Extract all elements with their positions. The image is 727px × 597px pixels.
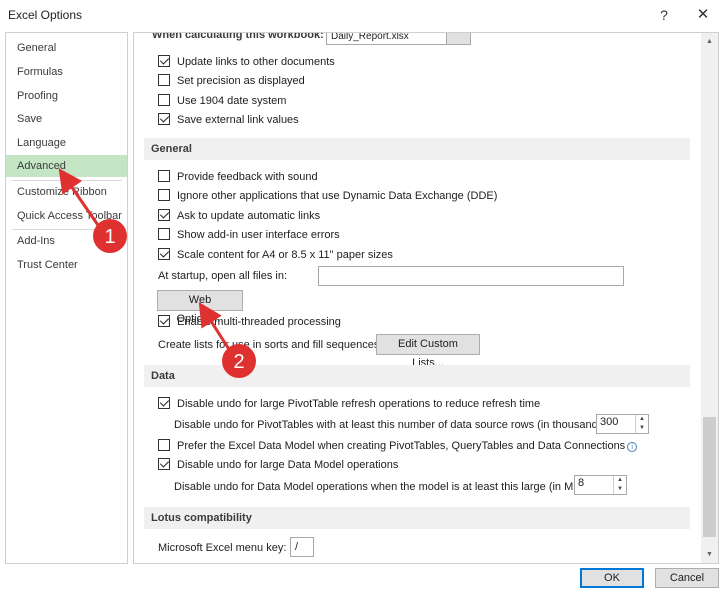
sidebar-item-advanced[interactable]: Advanced <box>6 155 127 177</box>
option-label: Provide feedback with sound <box>177 171 318 183</box>
scrollbar-thumb[interactable] <box>703 417 716 537</box>
section-header-general: General <box>144 138 690 160</box>
ok-button[interactable]: OK <box>580 568 644 588</box>
spin-down-icon[interactable]: ▼ <box>614 485 626 494</box>
prefer-data-model-checkbox[interactable] <box>158 439 170 451</box>
pivot-rows-spinner[interactable]: 300 ▲ ▼ <box>596 414 649 434</box>
sidebar-item-proofing[interactable]: Proofing <box>6 85 127 107</box>
startup-folder-input[interactable] <box>318 266 624 286</box>
option-label: Disable undo for large PivotTable refres… <box>177 398 541 410</box>
option-multithreaded[interactable]: Enable multi-threaded processing <box>158 314 341 332</box>
model-size-spinner[interactable]: 8 ▲ ▼ <box>574 475 627 495</box>
option-label: Disable undo for large Data Model operat… <box>177 459 399 471</box>
option-label: Scale content for A4 or 8.5 x 11" paper … <box>177 249 393 261</box>
option-label: Set precision as displayed <box>177 75 305 87</box>
startup-folder-label: At startup, open all files in: <box>158 270 288 282</box>
scroll-up-icon[interactable]: ▲ <box>701 33 718 50</box>
option-label: Ignore other applications that use Dynam… <box>177 190 498 202</box>
spin-up-icon[interactable]: ▲ <box>614 476 626 485</box>
web-options-button[interactable]: Web Options... <box>157 290 243 325</box>
pivot-rows-label: Disable undo for PivotTables with at lea… <box>174 419 610 431</box>
option-ignore-dde[interactable]: Ignore other applications that use Dynam… <box>158 188 497 206</box>
scroll-down-icon[interactable]: ▼ <box>701 546 718 563</box>
scale-content-checkbox[interactable] <box>158 248 170 260</box>
option-label: Update links to other documents <box>177 56 335 68</box>
workbook-selector-value: Daily_Report.xlsx <box>331 32 409 42</box>
use-1904-checkbox[interactable] <box>158 94 170 106</box>
option-label: Ask to update automatic links <box>177 210 321 222</box>
menu-key-input[interactable]: / <box>290 537 314 557</box>
spinner-arrows: ▲ ▼ <box>635 415 648 433</box>
option-ask-update-links[interactable]: Ask to update automatic links <box>158 208 320 226</box>
feedback-sound-checkbox[interactable] <box>158 170 170 182</box>
close-icon[interactable]: ✕ <box>690 4 716 26</box>
sidebar-item-customize-ribbon[interactable]: Customize Ribbon <box>6 181 127 203</box>
sidebar-item-formulas[interactable]: Formulas <box>6 61 127 83</box>
option-label: Enable multi-threaded processing <box>177 316 341 328</box>
window-title: Excel Options <box>8 8 83 22</box>
cancel-button[interactable]: Cancel <box>655 568 719 588</box>
option-set-precision[interactable]: Set precision as displayed <box>158 73 305 91</box>
help-button[interactable]: ? <box>651 4 677 26</box>
chevron-down-icon[interactable] <box>446 33 470 44</box>
option-disable-undo-pivot[interactable]: Disable undo for large PivotTable refres… <box>158 396 540 414</box>
workbook-section-label: When calculating this workbook: <box>152 32 324 41</box>
option-label: Prefer the Excel Data Model when creatin… <box>177 440 626 452</box>
ignore-dde-checkbox[interactable] <box>158 189 170 201</box>
option-prefer-data-model[interactable]: Prefer the Excel Data Model when creatin… <box>158 438 638 456</box>
option-update-links[interactable]: Update links to other documents <box>158 54 335 72</box>
option-disable-undo-model[interactable]: Disable undo for large Data Model operat… <box>158 457 398 475</box>
spin-up-icon[interactable]: ▲ <box>636 415 648 424</box>
spinner-arrows: ▲ ▼ <box>613 476 626 494</box>
option-feedback-sound[interactable]: Provide feedback with sound <box>158 169 318 187</box>
pivot-rows-value: 300 <box>600 416 619 428</box>
info-icon[interactable]: i <box>627 442 638 452</box>
sidebar-item-add-ins[interactable]: Add-Ins <box>6 230 127 252</box>
disable-undo-model-checkbox[interactable] <box>158 458 170 470</box>
sidebar-item-general[interactable]: General <box>6 37 127 59</box>
addin-errors-checkbox[interactable] <box>158 228 170 240</box>
options-content: When calculating this workbook: Daily_Re… <box>133 32 719 564</box>
set-precision-checkbox[interactable] <box>158 74 170 86</box>
update-links-checkbox[interactable] <box>158 55 170 67</box>
sidebar-item-language[interactable]: Language <box>6 132 127 154</box>
content-scrollbar[interactable]: ▲ ▼ <box>701 33 718 563</box>
option-scale-content[interactable]: Scale content for A4 or 8.5 x 11" paper … <box>158 247 393 265</box>
save-external-checkbox[interactable] <box>158 113 170 125</box>
ask-update-links-checkbox[interactable] <box>158 209 170 221</box>
sidebar-item-save[interactable]: Save <box>6 108 127 130</box>
option-label: Show add-in user interface errors <box>177 229 340 241</box>
option-label: Save external link values <box>177 114 299 126</box>
option-label: Use 1904 date system <box>177 95 287 107</box>
option-save-external[interactable]: Save external link values <box>158 112 299 130</box>
disable-undo-pivot-checkbox[interactable] <box>158 397 170 409</box>
options-sidebar: General Formulas Proofing Save Language … <box>5 32 128 564</box>
option-addin-errors[interactable]: Show add-in user interface errors <box>158 227 340 245</box>
model-size-label: Disable undo for Data Model operations w… <box>174 481 588 493</box>
custom-lists-label: Create lists for use in sorts and fill s… <box>158 339 383 351</box>
sidebar-item-quick-access-toolbar[interactable]: Quick Access Toolbar <box>6 205 127 227</box>
sidebar-item-trust-center[interactable]: Trust Center <box>6 254 127 276</box>
section-header-data: Data <box>144 365 690 387</box>
edit-custom-lists-button[interactable]: Edit Custom Lists... <box>376 334 480 369</box>
spin-down-icon[interactable]: ▼ <box>636 424 648 433</box>
option-1904-date[interactable]: Use 1904 date system <box>158 93 286 111</box>
model-size-value: 8 <box>578 477 585 489</box>
menu-key-label: Microsoft Excel menu key: <box>158 542 287 554</box>
multithreaded-checkbox[interactable] <box>158 315 170 327</box>
workbook-selector[interactable]: Daily_Report.xlsx <box>326 32 471 45</box>
title-bar: Excel Options ? ✕ <box>0 0 727 30</box>
section-header-lotus: Lotus compatibility <box>144 507 690 529</box>
